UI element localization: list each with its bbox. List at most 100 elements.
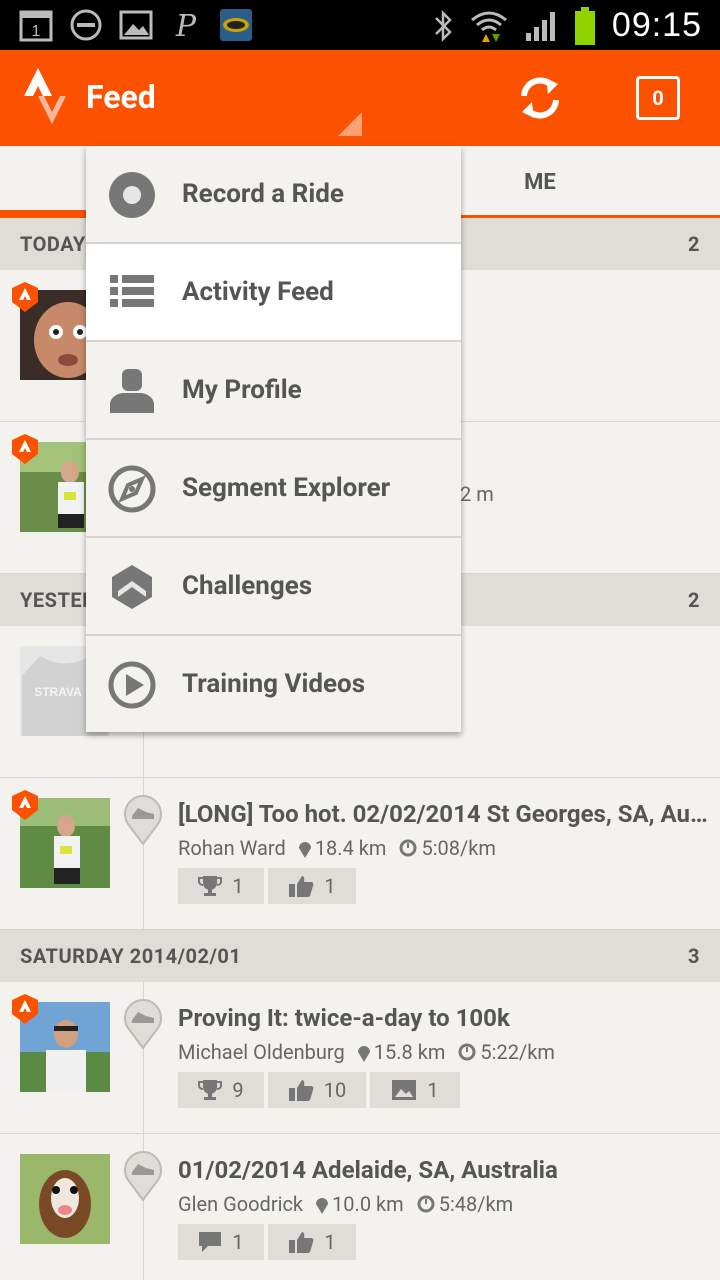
distance-pin-icon <box>316 1198 329 1214</box>
signal-icon <box>525 11 555 41</box>
menu-item-training-videos[interactable]: Training Videos <box>86 636 461 732</box>
app-root: 1 P 09:15 Feed 0 ME TODAY 2 2 m YESTERDA… <box>0 0 720 1280</box>
profile-icon <box>110 369 154 413</box>
activity-title[interactable]: [LONG] Too hot. 02/02/2014 St Georges, S… <box>178 800 718 828</box>
navigation-dropdown-menu: Record a Ride Activity Feed My Profile S… <box>86 146 461 732</box>
list-icon <box>110 275 154 307</box>
strava-badge-icon <box>12 434 38 464</box>
pace-icon <box>417 1195 435 1213</box>
spinner-indicator <box>338 112 362 136</box>
activity-row[interactable]: Proving It: twice-a-day to 100k Michael … <box>0 982 720 1134</box>
activity-stats: 9 10 1 <box>178 1072 460 1108</box>
status-bar: 1 P 09:15 <box>0 0 720 50</box>
strava-badge-icon <box>12 790 38 820</box>
photo-icon <box>392 1080 417 1100</box>
record-icon <box>109 172 155 218</box>
kudos-stat[interactable]: 1 <box>268 1224 356 1260</box>
athlete-name[interactable]: Michael Oldenburg <box>178 1040 345 1064</box>
menu-item-label: My Profile <box>182 375 302 405</box>
activity-meta: 2 m <box>460 482 494 506</box>
svg-text:STRAVA: STRAVA <box>34 685 82 699</box>
strava-logo-icon[interactable] <box>24 68 70 126</box>
menu-item-my-profile[interactable]: My Profile <box>86 342 461 440</box>
battery-icon <box>574 6 595 45</box>
avatar[interactable] <box>20 1154 110 1244</box>
menu-item-label: Training Videos <box>182 669 366 699</box>
strava-badge-icon <box>12 994 38 1024</box>
activity-stats: 1 1 <box>178 1224 356 1260</box>
menu-item-label: Challenges <box>182 571 313 601</box>
activity-row[interactable]: [LONG] Too hot. 02/02/2014 St Georges, S… <box>0 778 720 930</box>
activity-meta: Glen Goodrick 10.0 km 5:48/km <box>178 1192 513 1216</box>
clock: 09:15 <box>611 6 702 44</box>
page-title[interactable]: Feed <box>86 78 156 116</box>
achievements-stat[interactable]: 1 <box>178 868 264 904</box>
notification-icons: 1 P <box>18 8 254 42</box>
distance: 18.4 km <box>314 836 387 860</box>
distance-pin-icon <box>357 1046 370 1062</box>
pace-icon <box>458 1043 476 1061</box>
activity-title[interactable]: Proving It: twice-a-day to 100k <box>178 1004 718 1032</box>
trophy-icon <box>198 876 223 896</box>
thumbs-up-icon <box>288 1080 314 1101</box>
kudos-stat[interactable]: 1 <box>268 868 356 904</box>
achievements-stat[interactable]: 9 <box>178 1072 264 1108</box>
calendar-notification-icon: 1 <box>18 8 54 42</box>
activity-stats: 1 1 <box>178 868 356 904</box>
play-icon <box>108 661 156 709</box>
pace: 5:22/km <box>480 1040 555 1064</box>
pinterest-icon: P <box>168 8 204 42</box>
challenges-icon <box>112 565 152 609</box>
activity-title[interactable]: o <box>448 304 720 332</box>
activity-row[interactable]: 01/02/2014 Adelaide, SA, Australia Glen … <box>0 1134 720 1280</box>
comment-icon <box>199 1232 222 1252</box>
refresh-icon[interactable] <box>516 74 564 122</box>
menu-item-segment-explorer[interactable]: Segment Explorer <box>86 440 461 538</box>
menu-item-label: Activity Feed <box>182 277 334 307</box>
section-count: 2 <box>688 588 700 612</box>
system-status: 09:15 <box>432 6 702 45</box>
menu-item-record-a-ride[interactable]: Record a Ride <box>86 146 461 244</box>
section-date: SATURDAY 2014/02/01 <box>20 944 242 968</box>
thumbs-up-icon <box>289 876 314 897</box>
run-activity-icon <box>124 795 162 846</box>
run-activity-icon <box>124 999 162 1050</box>
thumbs-up-icon <box>289 1232 314 1253</box>
section-header: SATURDAY 2014/02/01 3 <box>0 930 720 982</box>
menu-item-activity-feed[interactable]: Activity Feed <box>86 244 461 342</box>
athlete-name[interactable]: Rohan Ward <box>178 836 286 860</box>
app-notification-icon <box>218 8 254 42</box>
distance: 15.8 km <box>373 1040 446 1064</box>
activity-title[interactable]: 01/02/2014 Adelaide, SA, Australia <box>178 1156 718 1184</box>
activity-meta: Michael Oldenburg 15.8 km 5:22/km <box>178 1040 555 1064</box>
section-date: TODAY <box>20 232 86 256</box>
menu-item-challenges[interactable]: Challenges <box>86 538 461 636</box>
section-count: 3 <box>688 944 700 968</box>
distance-pin-icon <box>298 842 311 858</box>
comments-stat[interactable]: 1 <box>178 1224 264 1260</box>
do-not-disturb-icon <box>68 8 104 42</box>
svg-text:1: 1 <box>32 23 41 40</box>
run-activity-icon <box>124 1151 162 1202</box>
image-notification-icon <box>118 8 154 42</box>
bluetooth-icon <box>435 9 452 42</box>
wifi-icon <box>470 11 507 42</box>
action-bar: Feed 0 <box>0 50 720 146</box>
svg-text:P: P <box>175 9 197 42</box>
pace: 5:08/km <box>421 836 496 860</box>
pace-icon <box>399 839 417 857</box>
tab-indicator <box>0 210 86 218</box>
menu-item-label: Segment Explorer <box>182 473 391 503</box>
pace: 5:48/km <box>438 1192 514 1216</box>
menu-item-label: Record a Ride <box>182 179 344 209</box>
photos-stat[interactable]: 1 <box>370 1072 460 1108</box>
activity-meta: Rohan Ward 18.4 km 5:08/km <box>178 836 496 860</box>
section-count: 2 <box>688 232 700 256</box>
athlete-name[interactable]: Glen Goodrick <box>178 1192 303 1216</box>
kudos-stat[interactable]: 10 <box>268 1072 366 1108</box>
distance: 10.0 km <box>332 1192 404 1216</box>
strava-badge-icon <box>12 282 38 312</box>
notification-count-button[interactable]: 0 <box>636 76 680 120</box>
compass-icon <box>108 465 156 513</box>
trophy-icon <box>198 1080 223 1100</box>
